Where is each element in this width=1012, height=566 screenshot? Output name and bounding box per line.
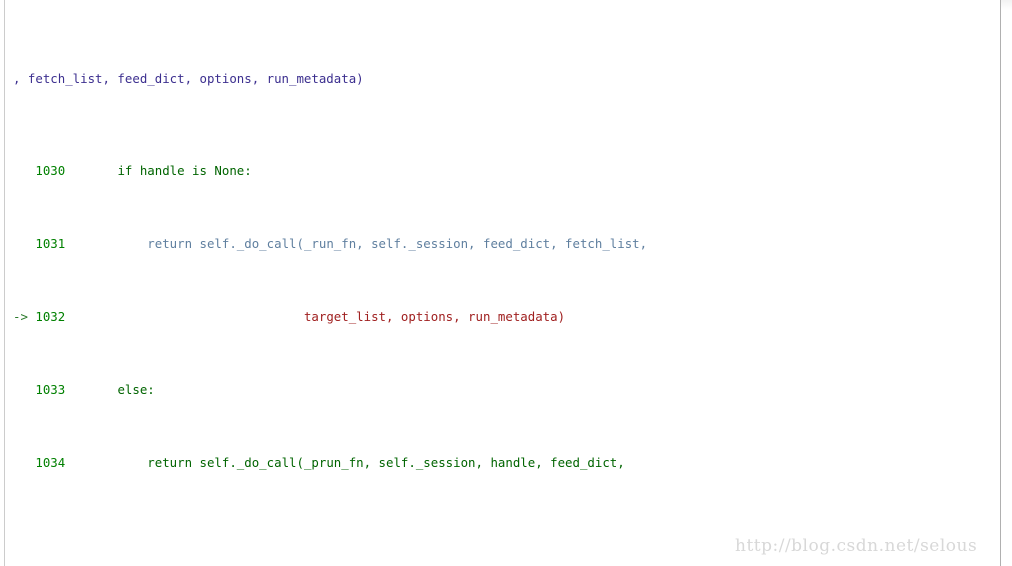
- code-row-1033: 1033 else:: [13, 381, 998, 399]
- frame-marker-arrow: ->: [13, 309, 36, 325]
- frame-marker: [13, 236, 35, 251]
- vertical-scrollbar-rule[interactable]: [1000, 0, 1001, 566]
- code-row-1032-highlighted: -> 1032 target_list, options, run_metada…: [13, 308, 998, 326]
- line-number: 1030: [35, 162, 88, 178]
- line-number: 1033: [35, 382, 88, 398]
- code-row-1034: 1034 return self._do_call(_prun_fn, self…: [13, 454, 998, 472]
- line-number: 1031: [35, 235, 88, 251]
- code-row-1031: 1031 return self._do_call(_run_fn, self.…: [13, 235, 998, 253]
- scrollbar-top-shade: [1001, 0, 1012, 10]
- source-code: if handle is None:: [87, 162, 252, 178]
- traceback-text-block: , fetch_list, feed_dict, options, run_me…: [13, 0, 998, 566]
- line-number: 1034: [35, 455, 88, 471]
- line-number: 1032: [35, 309, 88, 325]
- frame-marker: [13, 455, 35, 470]
- source-code: return self._do_call(_run_fn, self._sess…: [87, 235, 648, 251]
- source-code: else:: [87, 382, 155, 398]
- frame-marker: [13, 382, 35, 397]
- output-gutter-rule: [4, 0, 5, 566]
- traceback-output-pane: , fetch_list, feed_dict, options, run_me…: [0, 0, 1012, 566]
- source-code: return self._do_call(_prun_fn, self._ses…: [87, 455, 625, 471]
- source-code-highlighted: target_list, options, run_metadata): [87, 309, 566, 325]
- frame-marker: [13, 163, 35, 178]
- partial-signature-line: , fetch_list, feed_dict, options, run_me…: [13, 71, 364, 87]
- code-row-1030: 1030 if handle is None:: [13, 162, 998, 180]
